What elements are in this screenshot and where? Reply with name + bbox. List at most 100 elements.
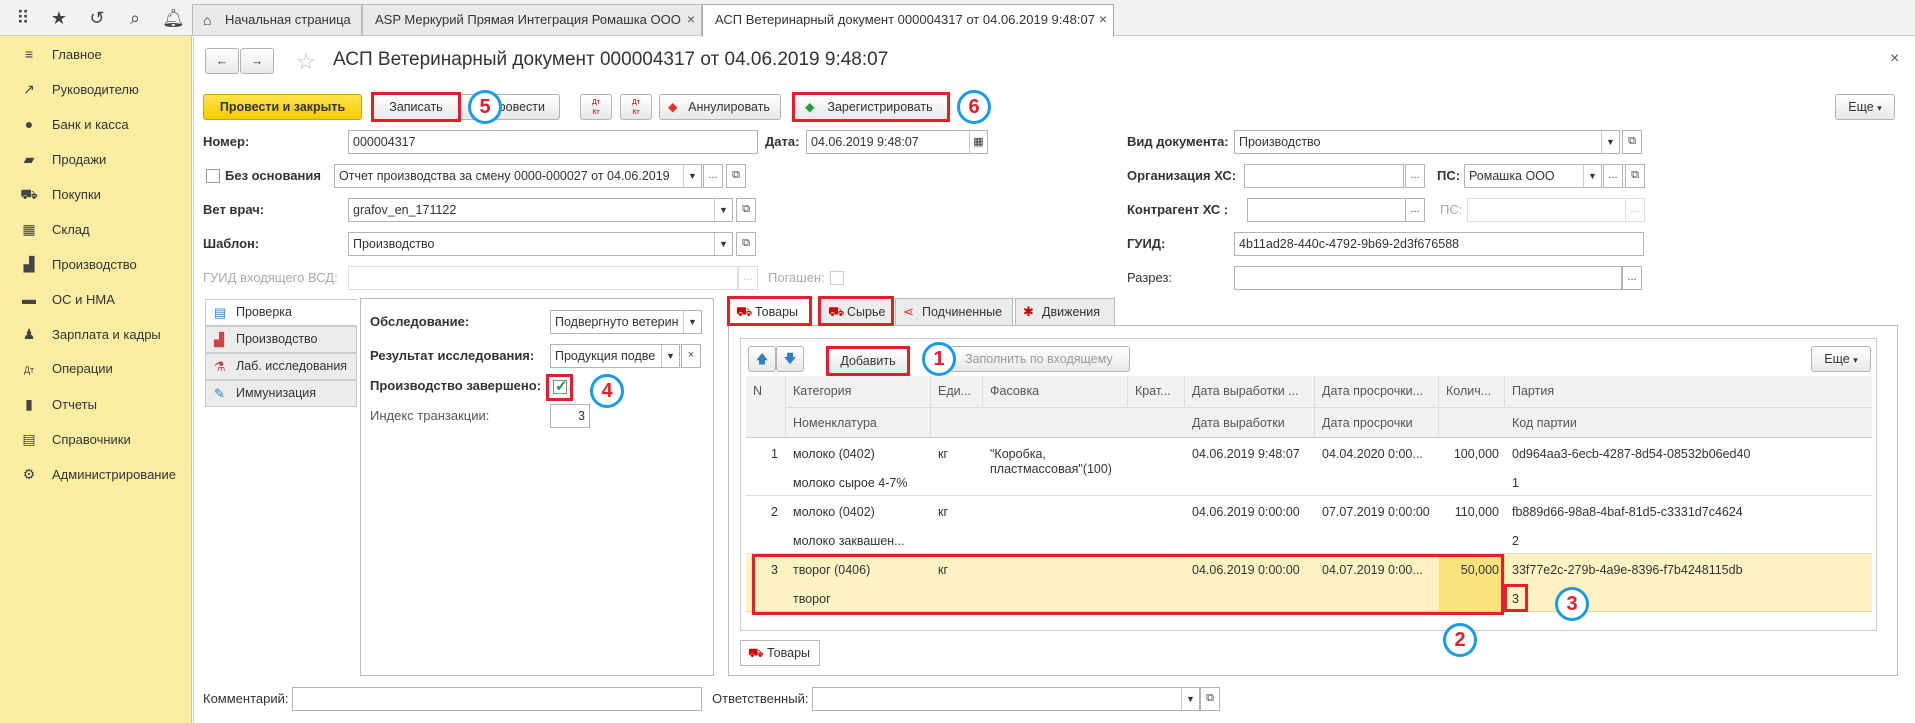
clear-result-icon[interactable]: × xyxy=(681,344,701,368)
template-field[interactable]: Производство ▼ xyxy=(348,232,733,256)
chevron-down-icon[interactable]: ▼ xyxy=(683,311,701,333)
chevron-down-icon[interactable]: ▼ xyxy=(1583,165,1601,187)
col-header-batch[interactable]: Партия xyxy=(1505,376,1872,406)
annul-button[interactable]: ◆ Аннулировать xyxy=(659,94,781,120)
sidebar-item-reports[interactable]: ▮ Отчеты xyxy=(20,394,97,414)
ps-open-icon[interactable]: ⧉ xyxy=(1625,164,1645,188)
comment-field[interactable] xyxy=(292,687,702,711)
no-basis-checkbox[interactable] xyxy=(206,169,220,183)
basis-open-icon[interactable]: ⧉ xyxy=(726,164,746,188)
close-tab-icon[interactable]: × xyxy=(1099,5,1107,34)
move-down-button[interactable]: 🡇 xyxy=(776,346,804,372)
ps-field[interactable]: Ромашка ООО ▼ xyxy=(1464,164,1602,188)
dt-kt-report-icon[interactable]: Дт Кт xyxy=(620,94,652,120)
col-header-unit[interactable]: Еди... xyxy=(931,376,983,406)
sidebar-item-salary[interactable]: ♟ Зарплата и кадры xyxy=(20,324,161,344)
calendar-icon[interactable]: ▦ xyxy=(969,131,987,153)
tab-vet-document[interactable]: АСП Ветеринарный документ 000004317 от 0… xyxy=(702,4,1114,37)
favorites-star-icon[interactable]: ★ xyxy=(48,7,70,29)
sidebar-item-purchases[interactable]: ⛟ Покупки xyxy=(20,184,101,204)
chevron-down-icon[interactable]: ▼ xyxy=(661,345,679,367)
tab-movements[interactable]: ✱ Движения xyxy=(1015,298,1115,326)
production-done-checkbox[interactable]: ✓ xyxy=(553,378,568,395)
tab-check[interactable]: ▤ Проверка xyxy=(205,299,357,326)
tab-home[interactable]: ⌂ Начальная страница xyxy=(192,4,362,35)
favorite-star-icon[interactable]: ☆ xyxy=(296,49,316,75)
chevron-down-icon[interactable]: ▼ xyxy=(1601,131,1619,153)
col-header-batch-code[interactable]: Код партии xyxy=(1505,407,1872,438)
responsible-open-icon[interactable]: ⧉ xyxy=(1200,687,1220,711)
col-header-n[interactable]: N xyxy=(746,376,786,438)
ps-select-button[interactable]: ... xyxy=(1603,164,1623,188)
col-header-nomenclature[interactable]: Номенклатура xyxy=(786,407,931,438)
org-select-button[interactable]: ... xyxy=(1405,164,1425,188)
col-header-production-date-2[interactable]: Дата выработки xyxy=(1185,407,1315,438)
doc-type-field[interactable]: Производство ▼ xyxy=(1234,130,1620,154)
org-field[interactable] xyxy=(1244,164,1404,188)
sidebar-item-catalogs[interactable]: ▤ Справочники xyxy=(20,429,130,449)
transaction-index-field[interactable]: 3 xyxy=(550,404,590,428)
chevron-down-icon[interactable]: ▼ xyxy=(714,233,732,255)
date-field[interactable]: 04.06.2019 9:48:07 ▦ xyxy=(806,130,988,154)
tab-production[interactable]: ▟ Производство xyxy=(205,326,357,353)
col-header-expiry-date[interactable]: Дата просрочки... xyxy=(1315,376,1439,406)
responsible-field[interactable]: ▼ xyxy=(812,687,1200,711)
col-header-category[interactable]: Категория xyxy=(786,376,931,406)
col-header-packing[interactable]: Фасовка xyxy=(983,376,1128,406)
register-button[interactable]: ◆ Зарегистрировать xyxy=(794,94,948,120)
sidebar-item-bank[interactable]: ● Банк и касса xyxy=(20,114,129,134)
sidebar-item-operations[interactable]: Дт Операции xyxy=(20,359,113,379)
col-header-quantity[interactable]: Колич... xyxy=(1439,376,1505,406)
cell-quantity[interactable]: 50,000 xyxy=(1439,563,1505,578)
close-form-icon[interactable]: × xyxy=(1890,50,1899,68)
col-header-multiplicity[interactable]: Крат... xyxy=(1128,376,1185,406)
section-field[interactable] xyxy=(1234,266,1622,290)
save-button[interactable]: Записать xyxy=(373,94,459,120)
chevron-down-icon[interactable]: ▼ xyxy=(683,165,701,187)
guid-field[interactable]: 4b11ad28-440c-4792-9b69-2d3f676588 xyxy=(1234,232,1644,256)
history-icon[interactable]: ↺ xyxy=(86,7,108,29)
doc-type-open-icon[interactable]: ⧉ xyxy=(1622,130,1642,154)
back-button[interactable]: ← xyxy=(205,48,239,74)
sidebar-item-admin[interactable]: ⚙ Администрирование xyxy=(20,464,176,484)
col-header-production-date[interactable]: Дата выработки ... xyxy=(1185,376,1315,406)
table-more-button[interactable]: Еще ▾ xyxy=(1811,346,1871,372)
contractor-field[interactable] xyxy=(1247,198,1425,222)
sidebar-item-production[interactable]: ▟ Производство xyxy=(20,254,137,274)
tab-raw[interactable]: ⛟ Сырье xyxy=(820,298,893,326)
tab-lab-research[interactable]: ⚗ Лаб. исследования xyxy=(205,353,357,380)
add-button[interactable]: Добавить xyxy=(828,348,908,374)
contractor-select-button[interactable]: ... xyxy=(1405,198,1425,222)
bottom-tab-goods[interactable]: ⛟ Товары xyxy=(740,640,820,666)
number-field[interactable]: 000004317 xyxy=(348,130,758,154)
more-button[interactable]: Еще ▾ xyxy=(1835,94,1895,120)
tab-subordinate[interactable]: ⋖ Подчиненные xyxy=(895,298,1013,326)
table-row[interactable]: 2 молоко (0402) молоко заквашен... кг 04… xyxy=(746,496,1872,554)
basis-select-button[interactable]: ... xyxy=(703,164,723,188)
tab-goods[interactable]: ⛟ Товары xyxy=(728,298,810,326)
table-row[interactable]: 1 молоко (0402) молоко сырое 4-7% кг "Ко… xyxy=(746,438,1872,496)
result-field[interactable]: Продукция подве ▼ xyxy=(550,344,680,368)
notifications-bell-icon[interactable]: 🔔︎ xyxy=(162,7,185,29)
survey-field[interactable]: Подвергнуто ветерин ▼ xyxy=(550,310,702,334)
template-open-icon[interactable]: ⧉ xyxy=(736,232,756,256)
sidebar-item-sales[interactable]: ▰ Продажи xyxy=(20,149,107,169)
dt-kt-movements-icon[interactable]: Дт Кт xyxy=(580,94,612,120)
chevron-down-icon[interactable]: ▼ xyxy=(714,199,732,221)
basis-field[interactable]: Отчет производства за смену 0000-000027 … xyxy=(334,164,702,188)
post-and-close-button[interactable]: Провести и закрыть xyxy=(203,94,362,120)
sidebar-item-assets[interactable]: ▬ ОС и НМА xyxy=(20,289,115,309)
vet-open-icon[interactable]: ⧉ xyxy=(736,198,756,222)
sidebar-item-director[interactable]: ↗ Руководителю xyxy=(20,79,139,99)
apps-grid-icon[interactable]: ⠿ xyxy=(12,7,34,29)
tab-immunization[interactable]: ✎ Иммунизация xyxy=(205,380,357,407)
tab-mercury-integration[interactable]: ASP Меркурий Прямая Интеграция Ромашка О… xyxy=(362,4,702,35)
table-row-selected[interactable]: 3 творог (0406) творог кг 04.06.2019 0:0… xyxy=(746,554,1872,612)
forward-button[interactable]: → xyxy=(240,48,274,74)
vet-field[interactable]: grafov_en_171122 ▼ xyxy=(348,198,733,222)
move-up-button[interactable]: 🡅 xyxy=(748,346,776,372)
fill-from-incoming-button[interactable]: Заполнить по входящему xyxy=(950,346,1130,372)
sidebar-item-warehouse[interactable]: ▦ Склад xyxy=(20,219,89,239)
close-tab-icon[interactable]: × xyxy=(687,5,695,34)
chevron-down-icon[interactable]: ▼ xyxy=(1181,688,1199,710)
